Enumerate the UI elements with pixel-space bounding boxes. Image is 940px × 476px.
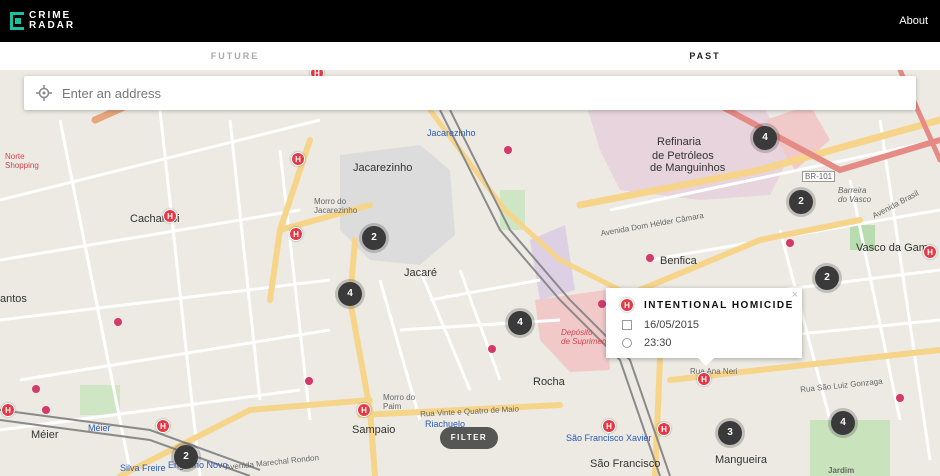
- map-label-jacare: Jacaré: [404, 267, 438, 279]
- map-label-sao-francisco-xavier: São Francisco Xavier: [566, 433, 652, 443]
- map-label-santos: antos: [0, 293, 27, 305]
- crime-marker[interactable]: H: [1, 403, 15, 417]
- map-label-morro-jacarezinho: Morro do Jacarezinho: [314, 197, 358, 215]
- crime-cluster[interactable]: 2: [174, 445, 198, 469]
- crime-marker[interactable]: H: [697, 372, 711, 386]
- tab-past[interactable]: PAST: [470, 42, 940, 70]
- map-label-meier: Méier: [31, 429, 59, 441]
- homicide-icon: H: [620, 298, 634, 312]
- crime-cluster[interactable]: 2: [362, 226, 386, 250]
- crime-cluster[interactable]: 2: [789, 190, 813, 214]
- map-label-jardim: Jardim: [828, 466, 855, 475]
- crime-marker[interactable]: H: [156, 419, 170, 433]
- crime-detail-popup: × H INTENTIONAL HOMICIDE 16/05/2015 23:3…: [606, 288, 802, 366]
- crime-radar-logo[interactable]: CRIME RADAR: [10, 11, 75, 31]
- crime-cluster[interactable]: 4: [753, 126, 777, 150]
- crime-marker[interactable]: H: [602, 419, 616, 433]
- crime-marker[interactable]: H: [657, 422, 671, 436]
- map-label-rocha: Rocha: [533, 376, 565, 388]
- logo-icon: [10, 12, 24, 30]
- crime-marker[interactable]: H: [291, 152, 305, 166]
- mode-tabs: FUTURE PAST: [0, 42, 940, 70]
- map-label-benfica: Benfica: [660, 255, 697, 267]
- popup-time: 23:30: [644, 337, 672, 349]
- map-label-morro-paim: Morro do Paim: [383, 393, 416, 411]
- map-label-sao-francisco: São Francisco: [590, 458, 661, 470]
- map-label-refinaria-line3: de Manguinhos: [650, 162, 726, 174]
- tab-future[interactable]: FUTURE: [0, 42, 470, 70]
- clock-icon: [622, 338, 632, 348]
- map-label-barreira: Barreira do Vasco: [838, 186, 872, 204]
- popup-date: 16/05/2015: [644, 319, 700, 331]
- crime-cluster[interactable]: 4: [338, 282, 362, 306]
- filter-button[interactable]: FILTER: [440, 427, 498, 449]
- map-canvas[interactable]: Refinaria de Petróleos de Manguinhos Jac…: [0, 70, 940, 476]
- crime-marker[interactable]: H: [357, 403, 371, 417]
- crime-marker[interactable]: H: [923, 245, 937, 259]
- map-label-meier-station: Méier: [88, 423, 111, 433]
- map-label-norte-shopping: Norte Shopping: [5, 152, 39, 170]
- map-label-jacarezinho-station: Jacarezinho: [427, 128, 476, 138]
- calendar-icon: [622, 320, 632, 330]
- address-search-bar: [24, 76, 916, 110]
- logo-line-2: RADAR: [29, 20, 76, 31]
- top-bar: CRIME RADAR About: [0, 0, 940, 42]
- map-label-jacarezinho: Jacarezinho: [353, 162, 413, 174]
- crime-marker[interactable]: H: [289, 227, 303, 241]
- map-label-br101: BR-101: [802, 171, 836, 182]
- crime-cluster[interactable]: 2: [815, 266, 839, 290]
- crime-marker[interactable]: H: [163, 209, 177, 223]
- crime-cluster[interactable]: 4: [831, 411, 855, 435]
- map-label-silva-freire: Silva Freire: [120, 463, 166, 473]
- locate-icon[interactable]: [36, 85, 52, 101]
- map-label-sampaio: Sampaio: [352, 424, 396, 436]
- map-label-refinaria-line2: de Petróleos: [652, 150, 714, 162]
- map-label-refinaria: Refinaria: [657, 136, 702, 148]
- map-label-mangueira: Mangueira: [715, 454, 767, 466]
- popup-crime-type: INTENTIONAL HOMICIDE: [644, 299, 794, 311]
- crime-cluster[interactable]: 3: [718, 421, 742, 445]
- about-link[interactable]: About: [899, 15, 928, 27]
- crime-cluster[interactable]: 4: [508, 311, 532, 335]
- address-search-input[interactable]: [62, 85, 862, 101]
- logo-text: CRIME RADAR: [29, 11, 75, 31]
